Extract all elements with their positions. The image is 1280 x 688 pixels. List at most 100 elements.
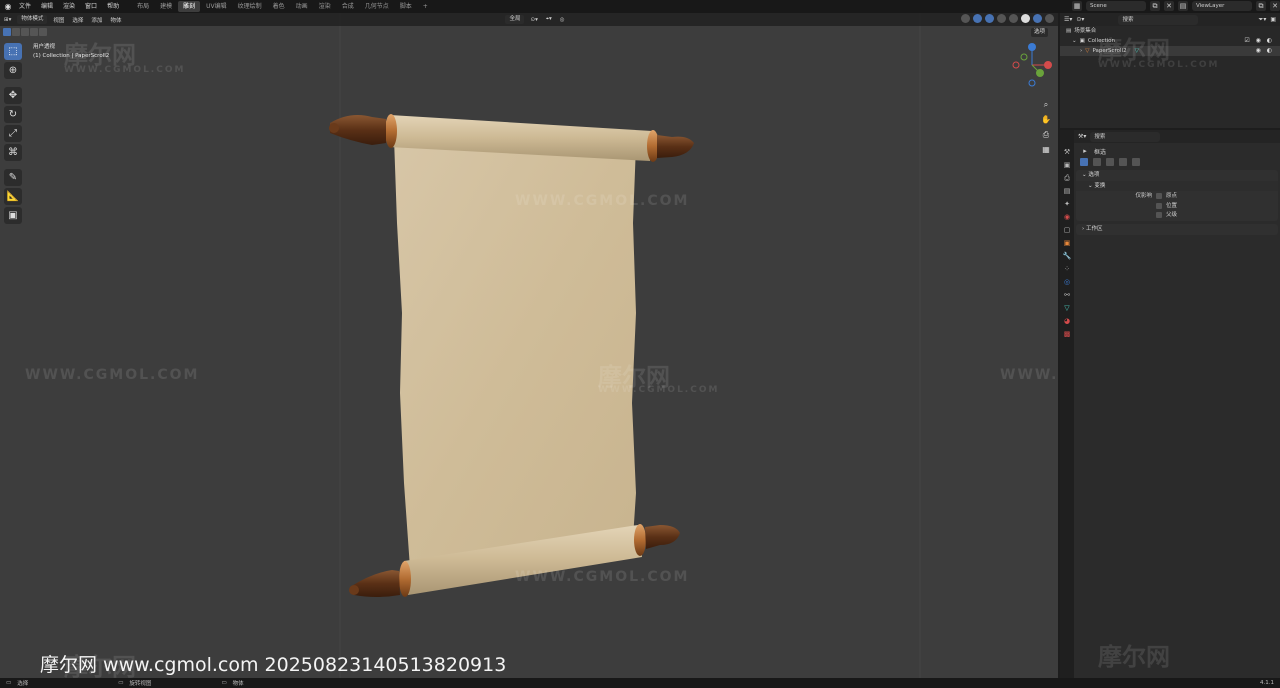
- outliner-object-row[interactable]: › ▽ PaperScroll2 ▽ ◉ ◐: [1060, 46, 1280, 56]
- chevron-right-icon[interactable]: ›: [1080, 46, 1082, 56]
- options-panel-header[interactable]: ⌄ 选项: [1076, 170, 1278, 181]
- rotate-tool-icon[interactable]: ↻: [4, 106, 22, 123]
- xray-icon[interactable]: [997, 14, 1006, 23]
- workspace-tab[interactable]: 几何节点: [360, 1, 394, 12]
- new-collection-icon[interactable]: ▣: [1270, 16, 1276, 23]
- transform-orientation-dropdown[interactable]: 全局: [505, 15, 525, 24]
- gizmo-icon[interactable]: [973, 14, 982, 23]
- display-mode-icon[interactable]: ⊙▾: [1076, 16, 1084, 23]
- select-subtract-icon[interactable]: [21, 28, 29, 36]
- select-extend-icon[interactable]: [12, 28, 20, 36]
- workspace-tab[interactable]: +: [418, 1, 433, 12]
- output-tab-icon[interactable]: ⎙: [1063, 174, 1072, 183]
- pivot-icon[interactable]: ⊙▾: [526, 17, 541, 23]
- render-tab-icon[interactable]: ▣: [1063, 161, 1072, 170]
- properties-editor-icon[interactable]: ⚒▾: [1078, 133, 1086, 140]
- collection-tab-icon[interactable]: ▢: [1063, 226, 1072, 235]
- workspace-tab[interactable]: UV编辑: [201, 1, 232, 12]
- visibility-icon[interactable]: [961, 14, 970, 23]
- properties-search-input[interactable]: 搜索: [1090, 131, 1161, 142]
- transform-subpanel-header[interactable]: ⌄ 变换: [1076, 181, 1278, 191]
- view-layer-field[interactable]: ViewLayer: [1192, 1, 1252, 11]
- workspace-tab[interactable]: 动画: [291, 1, 313, 12]
- mode-extend-icon[interactable]: [1093, 158, 1101, 166]
- affect-location-checkbox[interactable]: [1156, 203, 1162, 209]
- workspace-tab[interactable]: 纹理绘制: [233, 1, 267, 12]
- data-tab-icon[interactable]: ▽: [1063, 304, 1072, 313]
- material-shading-icon[interactable]: [1033, 14, 1042, 23]
- move-tool-icon[interactable]: ✥: [4, 87, 22, 104]
- annotate-tool-icon[interactable]: ✎: [4, 169, 22, 186]
- menu-item[interactable]: 窗口: [80, 0, 102, 13]
- select-intersect-icon[interactable]: [39, 28, 47, 36]
- transform-tool-icon[interactable]: ⌘: [4, 144, 22, 161]
- viewport-menu-item[interactable]: 视图: [49, 16, 68, 24]
- copy-view-layer-icon[interactable]: ⧉: [1256, 1, 1266, 11]
- workspace-tab[interactable]: 渲染: [314, 1, 336, 12]
- menu-item[interactable]: 文件: [14, 0, 36, 13]
- menu-item[interactable]: 渲染: [58, 0, 80, 13]
- workspace-tab[interactable]: 着色: [268, 1, 290, 12]
- workspace-panel-header[interactable]: › 工作区: [1076, 224, 1278, 235]
- delete-view-layer-icon[interactable]: ✕: [1270, 1, 1280, 11]
- mode-subtract-icon[interactable]: [1106, 158, 1114, 166]
- physics-tab-icon[interactable]: ◎: [1063, 278, 1072, 287]
- particles-tab-icon[interactable]: ⁘: [1063, 265, 1072, 274]
- editor-type-icon[interactable]: ⊞▾: [0, 17, 15, 23]
- solid-shading-icon[interactable]: [1021, 14, 1030, 23]
- mode-new-icon[interactable]: [1080, 158, 1088, 166]
- navigation-gizmo[interactable]: [1010, 43, 1054, 87]
- modifier-tab-icon[interactable]: 🔧: [1063, 252, 1072, 261]
- select-box-tool-icon[interactable]: ⬚: [4, 43, 22, 60]
- workspace-tab[interactable]: 合成: [337, 1, 359, 12]
- select-new-icon[interactable]: [3, 28, 11, 36]
- scene-icon[interactable]: ▦: [1072, 1, 1082, 11]
- affect-origin-checkbox[interactable]: [1156, 193, 1162, 199]
- workspace-tab[interactable]: 雕刻: [178, 1, 201, 12]
- affect-parent-checkbox[interactable]: [1156, 212, 1162, 218]
- proportional-edit-icon[interactable]: ◎: [556, 17, 569, 23]
- zoom-icon[interactable]: ⌕: [1040, 99, 1052, 111]
- view-layer-icon[interactable]: ▤: [1178, 1, 1188, 11]
- filter-icon[interactable]: ⏷▾: [1259, 16, 1267, 24]
- copy-scene-icon[interactable]: ⧉: [1150, 1, 1160, 11]
- wireframe-shading-icon[interactable]: [1009, 14, 1018, 23]
- viewport-menu-item[interactable]: 选择: [68, 16, 87, 24]
- workspace-tab[interactable]: 布局: [132, 1, 154, 12]
- material-tab-icon[interactable]: ◕: [1063, 317, 1072, 326]
- view-layer-tab-icon[interactable]: ▤: [1063, 187, 1072, 196]
- mode-dropdown[interactable]: 物体模式: [17, 15, 48, 24]
- measure-tool-icon[interactable]: 📐: [4, 188, 22, 205]
- cursor-tool-icon[interactable]: ⊕: [4, 62, 22, 79]
- menu-item[interactable]: 帮助: [102, 0, 124, 13]
- delete-scene-icon[interactable]: ✕: [1164, 1, 1174, 11]
- world-tab-icon[interactable]: ◉: [1063, 213, 1072, 222]
- rendered-shading-icon[interactable]: [1045, 14, 1054, 23]
- mode-invert-icon[interactable]: [1119, 158, 1127, 166]
- object-tab-icon[interactable]: ▣: [1063, 239, 1072, 248]
- select-invert-icon[interactable]: [30, 28, 38, 36]
- chevron-down-icon[interactable]: ⌄: [1072, 36, 1077, 46]
- outliner-collection-row[interactable]: ⌄ ▣ Collection ☑ ◉ ◐: [1060, 36, 1280, 46]
- viewport-menu-item[interactable]: 物体: [106, 16, 125, 24]
- 3d-viewport[interactable]: 摩尔网 WWW.CGMOL.COM WWW.CGMOL.COM WWW.CGMO…: [0, 13, 1058, 678]
- viewport-menu-item[interactable]: 添加: [87, 16, 106, 24]
- outliner-search-input[interactable]: 搜索: [1118, 14, 1199, 25]
- mode-intersect-icon[interactable]: [1132, 158, 1140, 166]
- add-cube-tool-icon[interactable]: ▣: [4, 207, 22, 224]
- menu-item[interactable]: 编辑: [36, 0, 58, 13]
- outliner-editor-icon[interactable]: ☰▾: [1064, 16, 1072, 23]
- outliner-root-row[interactable]: ▤ 场景集合: [1060, 26, 1280, 36]
- visibility-toggles[interactable]: ◉ ◐: [1256, 46, 1274, 56]
- ortho-grid-icon[interactable]: ▦: [1040, 144, 1052, 156]
- workspace-tab[interactable]: 脚本: [395, 1, 417, 12]
- scene-tab-icon[interactable]: ✦: [1063, 200, 1072, 209]
- camera-view-icon[interactable]: ⎙: [1040, 129, 1052, 141]
- tool-tab-icon[interactable]: ⚒: [1063, 148, 1072, 157]
- snap-icon[interactable]: ⌖▾: [542, 16, 556, 23]
- options-dropdown[interactable]: 选项: [1031, 28, 1049, 37]
- workspace-tab[interactable]: 建模: [155, 1, 177, 12]
- texture-tab-icon[interactable]: ▩: [1063, 330, 1072, 339]
- constraints-tab-icon[interactable]: ⚯: [1063, 291, 1072, 300]
- overlay-icon[interactable]: [985, 14, 994, 23]
